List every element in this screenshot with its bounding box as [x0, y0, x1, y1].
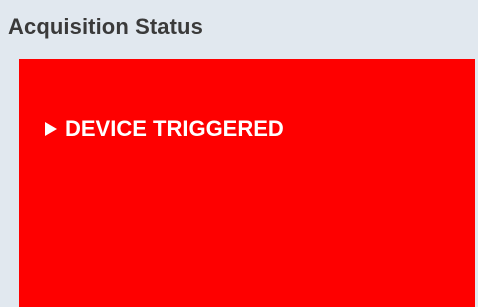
panel-title: Acquisition Status — [8, 14, 203, 39]
status-text: DEVICE TRIGGERED — [65, 116, 284, 141]
status-line: DEVICE TRIGGERED — [45, 116, 284, 142]
acquisition-status-panel: Acquisition Status DEVICE TRIGGERED — [0, 0, 478, 307]
status-indicator-box: DEVICE TRIGGERED — [19, 59, 475, 307]
play-triangle-icon — [45, 122, 57, 136]
